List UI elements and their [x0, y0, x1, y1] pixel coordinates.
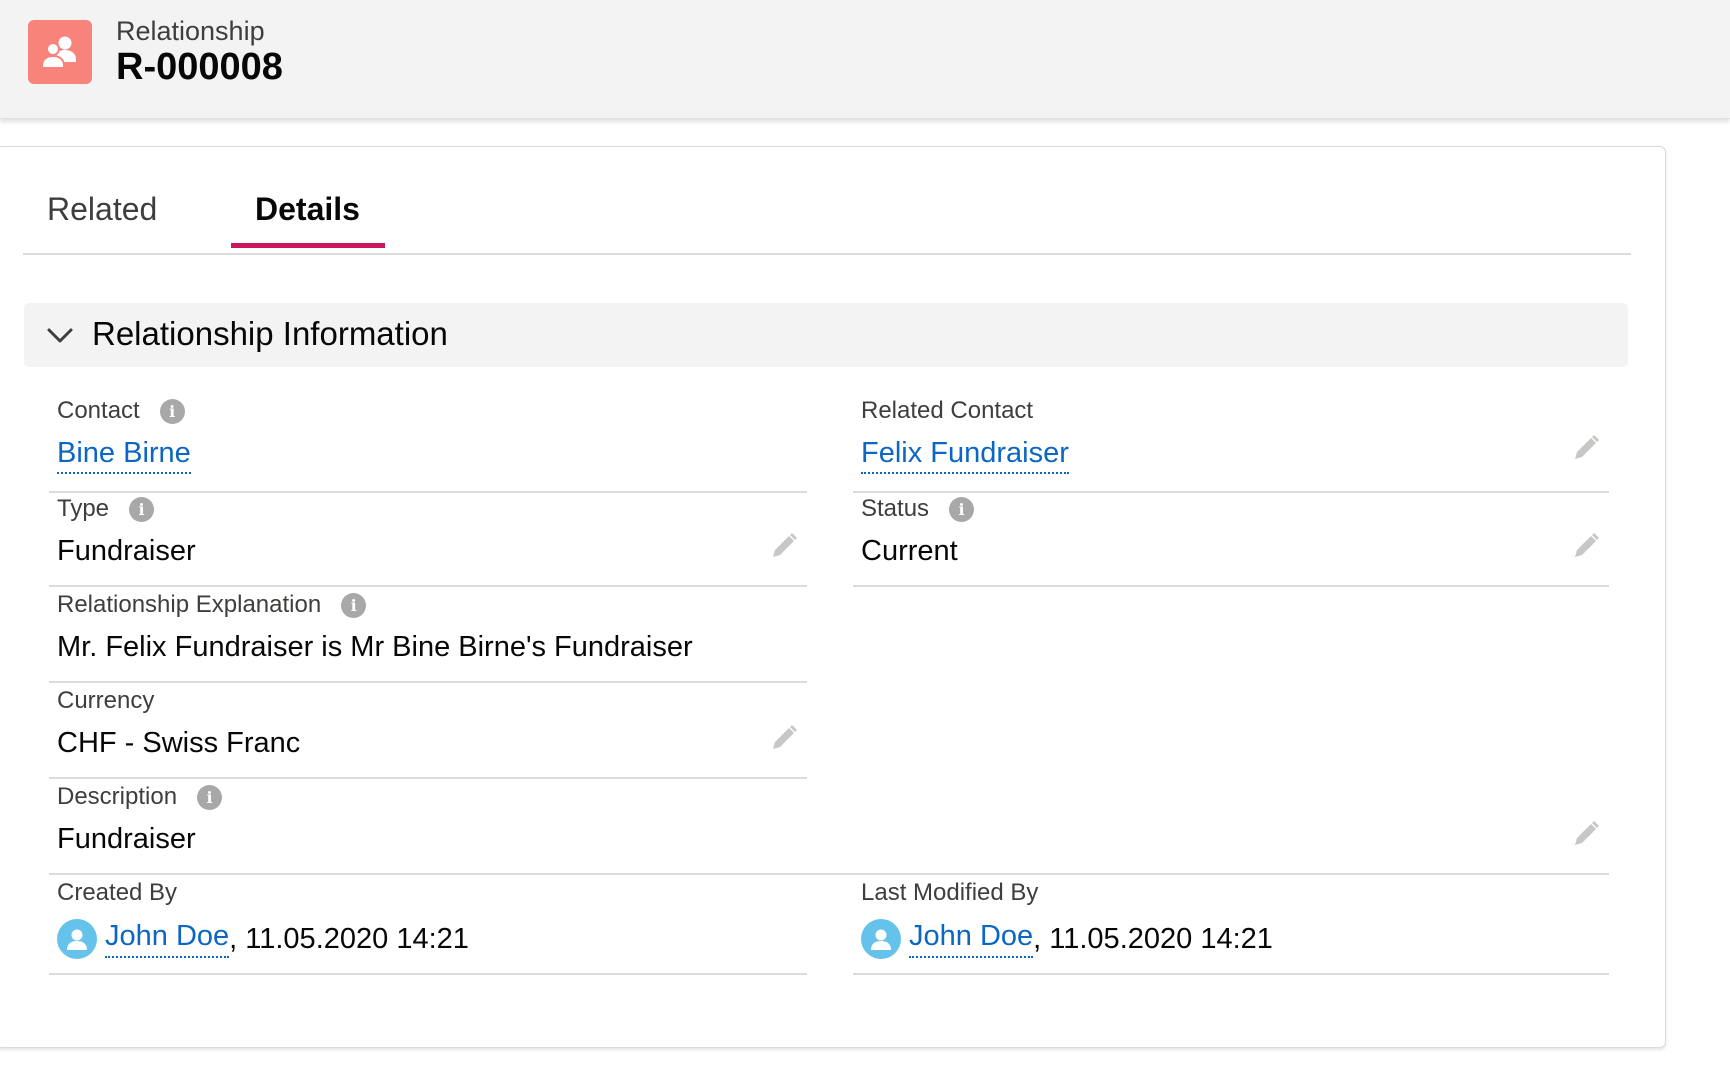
currency-value: CHF - Swiss Franc [57, 727, 301, 759]
pencil-edit-icon[interactable] [1571, 819, 1601, 849]
field-label: Relationship Explanation [57, 591, 322, 618]
field-currency: Currency CHF - Swiss Franc [49, 681, 807, 779]
section-title: Relationship Information [92, 315, 448, 352]
info-icon[interactable]: i [129, 496, 155, 522]
field-label: Contact [57, 397, 140, 424]
tab-bar: Related Details [23, 147, 1631, 255]
field-description: Description i Fundraiser [49, 777, 1609, 875]
relationship-icon [28, 20, 92, 84]
field-label: Currency [57, 687, 155, 714]
pencil-edit-icon[interactable] [769, 531, 799, 561]
field-related-contact: Related Contact Felix Fundraiser [853, 391, 1609, 493]
info-icon[interactable]: i [197, 784, 223, 810]
field-created-by: Created By John Doe , 11.05.2020 14:21 [49, 873, 807, 975]
created-timestamp: , 11.05.2020 14:21 [229, 922, 469, 955]
record-detail-card: Related Details Relationship Information… [0, 146, 1666, 1048]
chevron-down-icon [47, 328, 73, 343]
explanation-value: Mr. Felix Fundraiser is Mr Bine Birne's … [57, 631, 693, 663]
pencil-edit-icon[interactable] [1571, 531, 1601, 561]
created-by-user-link[interactable]: John Doe [105, 920, 230, 958]
tab-related[interactable]: Related [47, 191, 157, 228]
contact-link[interactable]: Bine Birne [57, 437, 191, 474]
modified-timestamp: , 11.05.2020 14:21 [1033, 922, 1273, 955]
field-label: Related Contact [861, 397, 1034, 424]
tab-details[interactable]: Details [255, 191, 360, 228]
modified-by-user-link[interactable]: John Doe [909, 920, 1034, 958]
field-status: Status i Current [853, 489, 1609, 587]
active-tab-indicator [231, 243, 385, 248]
record-header: Relationship R-000008 [0, 0, 1730, 119]
section-toggle-relationship-information[interactable]: Relationship Information [24, 303, 1628, 367]
type-value: Fundraiser [57, 535, 196, 567]
field-contact: Contact i Bine Birne [49, 391, 807, 493]
avatar [861, 919, 901, 959]
field-label: Created By [57, 879, 178, 906]
field-type: Type i Fundraiser [49, 489, 807, 587]
field-label: Description [57, 783, 178, 810]
field-label: Last Modified By [861, 879, 1039, 906]
object-type-label: Relationship [116, 16, 265, 46]
field-last-modified-by: Last Modified By John Doe , 11.05.2020 1… [853, 873, 1609, 975]
field-label: Status [861, 495, 930, 522]
description-value: Fundraiser [57, 823, 196, 855]
info-icon[interactable]: i [949, 496, 975, 522]
record-title: R-000008 [116, 46, 283, 88]
info-icon[interactable]: i [341, 592, 367, 618]
pencil-edit-icon[interactable] [1571, 433, 1601, 463]
avatar [57, 919, 97, 959]
field-relationship-explanation: Relationship Explanation i Mr. Felix Fun… [49, 585, 807, 683]
related-contact-link[interactable]: Felix Fundraiser [861, 437, 1069, 474]
info-icon[interactable]: i [159, 398, 185, 424]
pencil-edit-icon[interactable] [769, 723, 799, 753]
field-label: Type [57, 495, 110, 522]
status-value: Current [861, 535, 958, 567]
